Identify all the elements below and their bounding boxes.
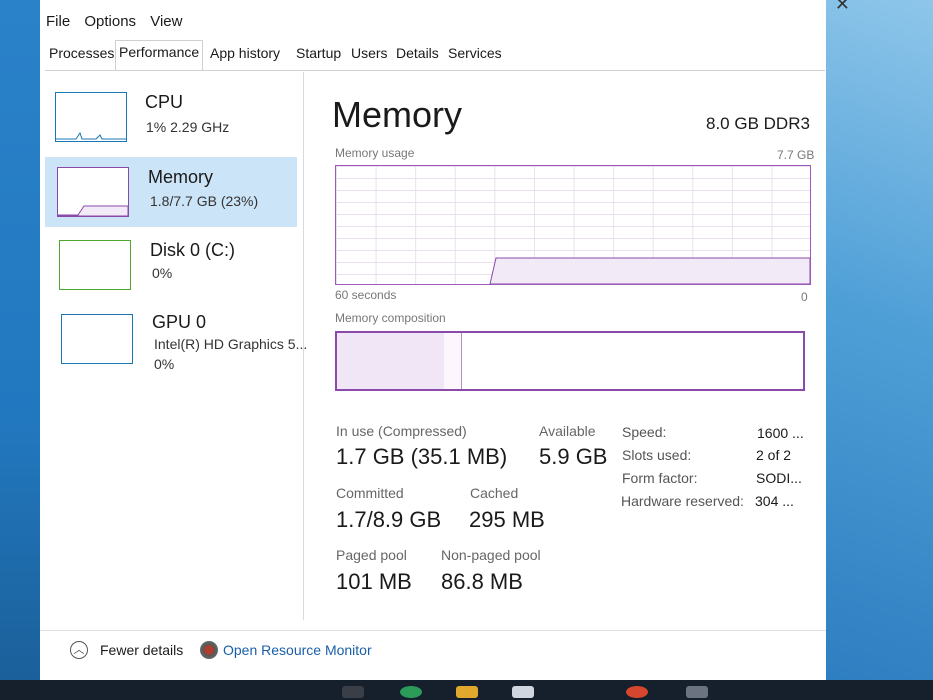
cached-label: Cached — [470, 485, 519, 501]
sidebar-item-title: Memory — [148, 167, 214, 187]
footer-bar: ︿ Fewer details Open Resource Monitor — [40, 630, 826, 671]
desktop-background-left — [0, 0, 40, 700]
slots-used-label: Slots used: — [622, 447, 692, 463]
time-end-label: 0 — [801, 290, 808, 304]
hardware-reserved-value: 304 ... — [755, 493, 794, 509]
sidebar-item-title: GPU 0 — [152, 312, 207, 332]
memory-thumbnail — [57, 167, 129, 217]
page-title: Memory — [332, 94, 463, 135]
committed-label: Committed — [336, 485, 404, 501]
tab-bar: Processes Performance App history Startu… — [45, 40, 825, 71]
speed-label: Speed: — [622, 424, 667, 440]
disk-thumbnail — [59, 240, 131, 290]
open-resource-monitor-link[interactable]: Open Resource Monitor — [223, 642, 372, 658]
sidebar-item-subtitle: Intel(R) HD Graphics 5... — [154, 336, 308, 352]
speed-value: 1600 ... — [757, 425, 804, 441]
sidebar-item-subtitle: 1% 2.29 GHz — [146, 119, 230, 135]
desktop-background-right — [825, 0, 933, 700]
menu-view[interactable]: View — [150, 13, 182, 30]
usage-label: Memory usage — [335, 146, 415, 160]
file-explorer-icon[interactable] — [456, 686, 478, 698]
sidebar-item-memory[interactable]: Memory 1.8/7.7 GB (23%) — [45, 157, 297, 227]
paged-pool-value: 101 MB — [336, 569, 412, 594]
tab-users[interactable]: Users — [351, 45, 388, 61]
tab-details[interactable]: Details — [396, 45, 439, 61]
menu-file[interactable]: File — [46, 13, 70, 30]
menu-bar: File Options View — [46, 13, 192, 30]
slots-used-value: 2 of 2 — [756, 447, 792, 463]
edge-icon[interactable] — [400, 686, 422, 698]
resource-monitor-icon — [200, 641, 218, 659]
time-label: 60 seconds — [335, 288, 397, 302]
cached-value: 295 MB — [469, 507, 545, 532]
sidebar-item-subtitle: 0% — [152, 265, 173, 281]
form-factor-label: Form factor: — [622, 470, 698, 486]
chrome-icon[interactable] — [626, 686, 648, 698]
memory-composition-bar — [335, 331, 805, 391]
in-use-segment — [337, 333, 445, 389]
taskbar — [0, 680, 933, 700]
sidebar-item-subtitle-2: 0% — [154, 356, 175, 372]
sidebar-item-subtitle: 1.8/7.7 GB (23%) — [150, 193, 259, 209]
performance-sidebar: CPU 1% 2.29 GHz Memory 1.8/7.7 GB (23%) … — [45, 72, 307, 620]
memory-usage-graph — [335, 165, 811, 285]
sidebar-item-title: Disk 0 (C:) — [150, 240, 235, 260]
usage-max-label: 7.7 GB — [777, 148, 815, 162]
sidebar-item-gpu[interactable]: GPU 0 Intel(R) HD Graphics 5... 0% — [45, 302, 307, 372]
tab-processes[interactable]: Processes — [49, 45, 114, 61]
tab-services[interactable]: Services — [448, 45, 502, 61]
form-factor-value: SODI... — [756, 470, 802, 486]
non-paged-pool-value: 86.8 MB — [441, 569, 523, 594]
in-use-value: 1.7 GB (35.1 MB) — [336, 444, 508, 469]
sidebar-item-disk[interactable]: Disk 0 (C:) 0% — [45, 230, 297, 300]
hardware-reserved-label: Hardware reserved: — [621, 493, 744, 509]
committed-value: 1.7/8.9 GB — [336, 507, 442, 532]
in-use-label: In use (Compressed) — [336, 423, 467, 439]
modified-segment — [444, 333, 462, 389]
cpu-thumbnail — [55, 92, 127, 142]
task-manager-icon[interactable] — [686, 686, 708, 698]
task-manager-window: ✕ File Options View Processes Performanc… — [40, 0, 850, 680]
available-value: 5.9 GB — [539, 444, 608, 469]
non-paged-pool-label: Non-paged pool — [441, 547, 541, 563]
tab-performance[interactable]: Performance — [115, 40, 204, 70]
paged-pool-label: Paged pool — [336, 547, 407, 563]
task-view-icon[interactable] — [342, 686, 364, 698]
chevron-up-icon[interactable]: ︿ — [70, 641, 88, 659]
memory-spec: 8.0 GB DDR3 — [706, 114, 810, 133]
tab-startup[interactable]: Startup — [296, 45, 341, 61]
fewer-details-button[interactable]: Fewer details — [100, 642, 183, 658]
available-label: Available — [539, 423, 596, 439]
sidebar-item-title: CPU — [145, 92, 184, 112]
gpu-thumbnail — [61, 314, 133, 364]
close-icon[interactable]: ✕ — [835, 0, 850, 15]
composition-label: Memory composition — [335, 311, 446, 325]
store-icon[interactable] — [512, 686, 534, 698]
sidebar-item-cpu[interactable]: CPU 1% 2.29 GHz — [45, 82, 297, 152]
tab-app-history[interactable]: App history — [210, 45, 280, 61]
menu-options[interactable]: Options — [84, 13, 136, 30]
